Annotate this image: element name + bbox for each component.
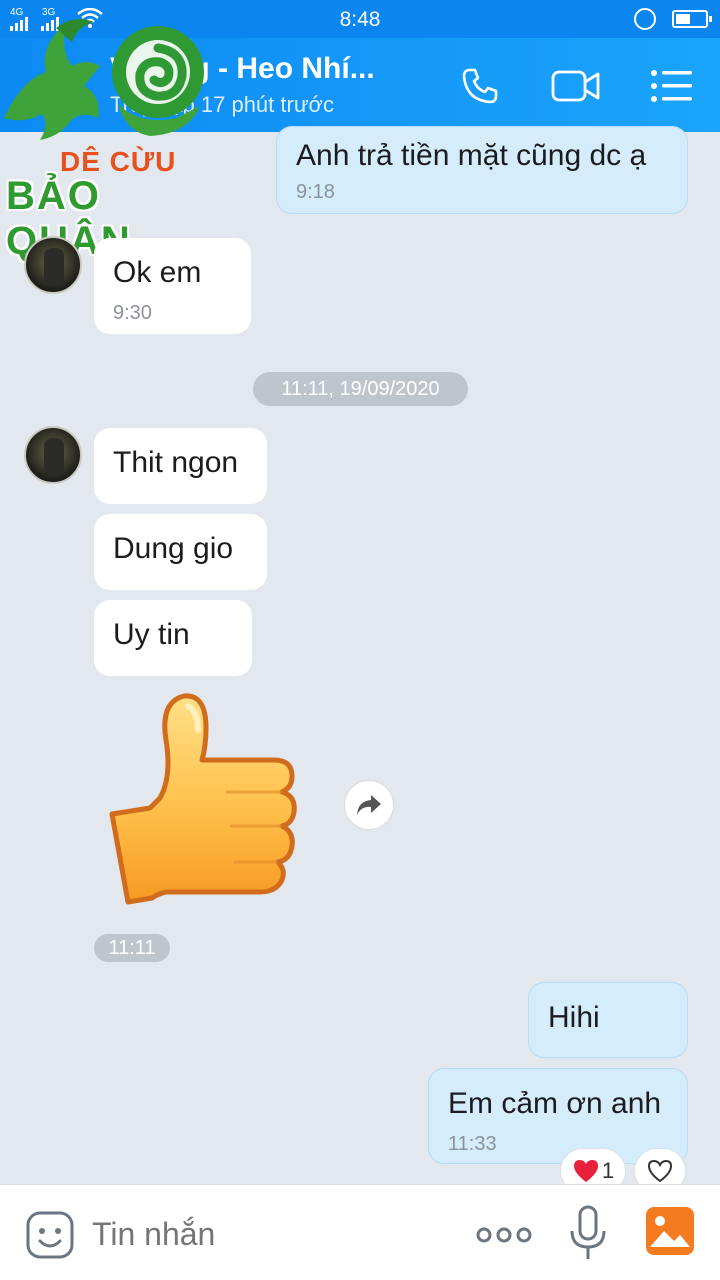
message-text: Em cảm ơn anh [448,1087,662,1120]
message-text: Thit ngon [113,446,239,479]
message-text: Hihi [548,1001,600,1034]
heart-icon [573,1160,598,1182]
call-button[interactable] [452,58,508,114]
message-bubble-received[interactable]: Thit ngon [94,428,267,504]
message-bubble-sent[interactable]: Anh trả tiền mặt cũng dc ạ 9:18 [276,126,688,214]
message-bubble-received[interactable]: Ok em 9:30 [94,238,251,334]
message-bubble-received[interactable]: Dung gio [94,514,267,590]
message-bubble-received[interactable]: Uy tin [94,600,252,676]
microphone-icon[interactable] [566,1203,610,1263]
more-options-icon[interactable] [476,1215,532,1255]
message-composer [0,1184,720,1280]
share-button[interactable] [344,780,394,830]
video-camera-icon [551,70,600,102]
message-text: Anh trả tiền mặt cũng dc ạ [296,139,647,172]
message-text: Dung gio [113,532,234,565]
message-time: 11:33 [448,1133,497,1155]
message-text: Uy tin [113,618,190,651]
rotation-lock-icon [634,8,656,30]
phone-icon [462,68,498,104]
message-input[interactable] [92,1211,452,1257]
date-divider: 11:11, 19/09/2020 [253,372,468,406]
message-text: Ok em [113,256,202,289]
goat-logo-icon [4,19,204,140]
brand-logo: DÊ CỪU BẢO QUÂN [0,14,220,263]
battery-icon [672,10,712,28]
video-call-button[interactable] [548,58,604,114]
sticker-time: 11:11 [94,934,170,962]
message-time: 9:30 [113,302,152,324]
sticker-emoji-icon[interactable] [24,1209,76,1261]
message-bubble-sent[interactable]: Hihi [528,982,688,1058]
avatar[interactable] [24,236,82,294]
list-menu-icon [651,70,692,102]
message-time: 9:18 [296,181,335,203]
options-button[interactable] [644,58,700,114]
thumbs-up-sticker[interactable] [106,688,310,908]
forward-arrow-icon [357,795,381,815]
gallery-icon[interactable] [644,1205,696,1257]
reaction-count: 1 [601,1158,615,1183]
avatar[interactable] [24,426,82,484]
heart-outline-icon [647,1159,673,1183]
